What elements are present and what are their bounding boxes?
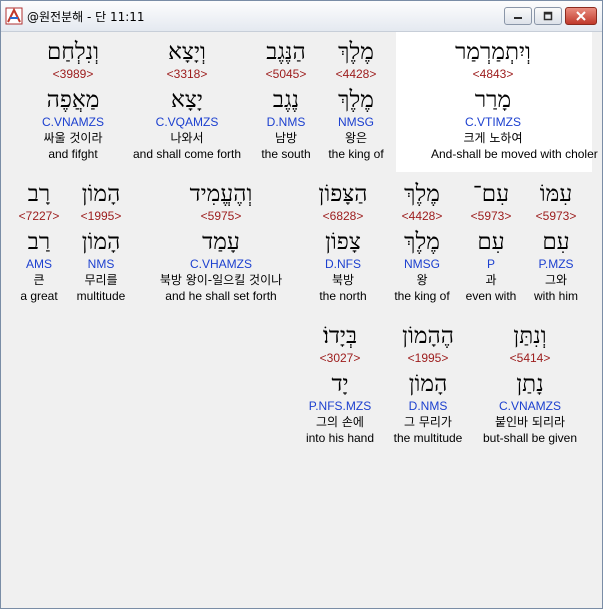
parsing-code: AMS xyxy=(25,257,52,271)
hebrew-word: רָב xyxy=(27,181,51,207)
hebrew-word: וְנִלְחַם xyxy=(46,39,100,65)
hebrew-root: יָצָא xyxy=(171,87,203,113)
word-column[interactable]: וְנִלְחַם <3989> מַאֲפֶה C.VNAMZS 싸울 것이라… xyxy=(11,37,135,162)
strong-number: <3027> xyxy=(319,351,361,365)
hebrew-root: רַב xyxy=(27,229,51,255)
parsing-code: P.NFS.MZS xyxy=(308,399,372,413)
strong-number: <3989> xyxy=(52,67,94,81)
analysis-panel: וְיִתְמַרְמַר <4843> מָרַר C.VTIMZS 크게 노… xyxy=(5,32,598,606)
korean-gloss: 크게 노하여 xyxy=(463,131,523,145)
strong-number: <3318> xyxy=(166,67,208,81)
hebrew-word: וְיִתְמַרְמַר xyxy=(455,39,531,65)
english-gloss: a great xyxy=(20,289,58,303)
strong-number: <7227> xyxy=(18,209,60,223)
english-gloss: And-shall be moved with choler xyxy=(431,147,598,161)
hebrew-root: מַאֲפֶה xyxy=(46,87,100,113)
english-gloss: and shall come forth xyxy=(132,147,242,161)
app-logo-icon xyxy=(5,7,23,25)
parsing-code: C.VTIMZS xyxy=(465,115,521,129)
strong-number: <4843> xyxy=(472,67,514,81)
word-column[interactable]: רָב <7227> רַב AMS 큰 a great xyxy=(7,179,71,304)
word-column[interactable]: וְיִתְמַרְמַר <4843> מָרַר C.VTIMZS 크게 노… xyxy=(431,37,598,162)
korean-gloss: 큰 xyxy=(33,273,45,287)
hebrew-root: מָרַר xyxy=(474,87,512,113)
close-icon xyxy=(576,11,586,21)
english-gloss: and fifght xyxy=(48,147,98,161)
word-column[interactable]: בְּיָדוֹ׃ <3027> יָד P.NFS.MZS 그의 손에 int… xyxy=(278,321,402,446)
maximize-icon xyxy=(543,11,553,21)
window-title: @원전분해 - 단 11:11 xyxy=(27,10,145,24)
title-bar[interactable]: @원전분해 - 단 11:11 xyxy=(1,1,602,32)
hebrew-root: יָד xyxy=(331,371,349,397)
hebrew-word: וְיָצָא xyxy=(168,39,206,65)
word-column[interactable]: וְיָצָא <3318> יָצָא C.VQAMZS 나와서 and sh… xyxy=(125,37,249,162)
maximize-button[interactable] xyxy=(534,7,562,25)
minimize-icon xyxy=(514,17,522,19)
hebrew-word: בְּיָדוֹ׃ xyxy=(322,323,358,349)
korean-gloss: 싸울 것이라 xyxy=(43,131,103,145)
minimize-button[interactable] xyxy=(504,7,532,25)
parsing-code: C.VNAMZS xyxy=(41,115,104,129)
english-gloss: into his hand xyxy=(305,431,375,445)
parsing-code: C.VQAMZS xyxy=(155,115,219,129)
app-window: @원전분해 - 단 11:11 וְיִתְמַרְמַר <4843> מָר… xyxy=(0,0,603,609)
close-button[interactable] xyxy=(565,7,597,25)
korean-gloss: 나와서 xyxy=(170,131,204,145)
korean-gloss: 그의 손에 xyxy=(316,415,364,429)
